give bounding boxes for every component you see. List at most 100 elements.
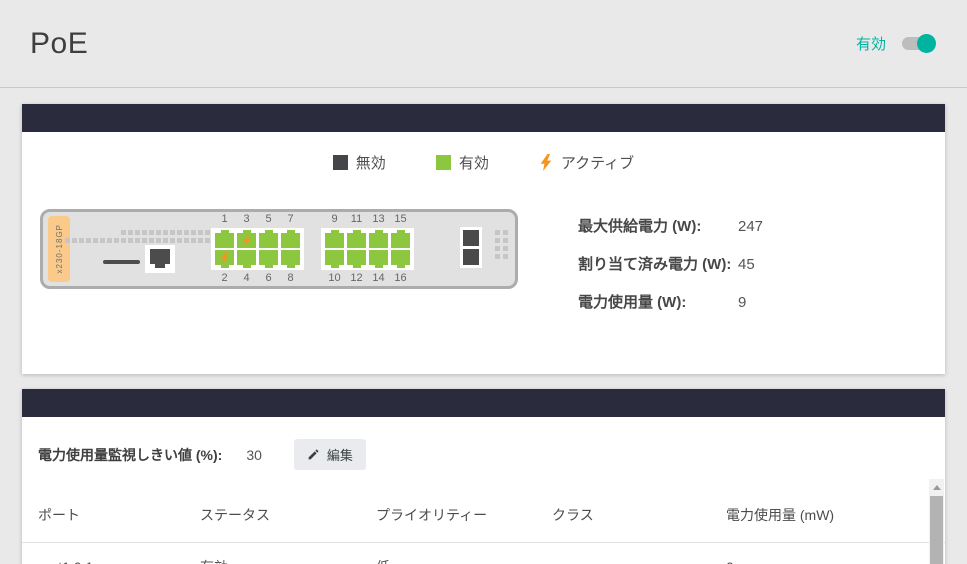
power-stat-row: 割り当て済み電力 (W):45 — [578, 253, 763, 274]
port-number: 5 — [259, 213, 278, 226]
poe-page: PoE 有効 無効有効アクティブ x230-18GP — [0, 0, 967, 564]
lightning-icon — [242, 235, 251, 247]
led-dot — [205, 230, 210, 235]
port-number: 16 — [391, 272, 410, 285]
scroll-up-button[interactable] — [929, 479, 944, 495]
led-strip-top — [121, 230, 210, 235]
table-head: ポートステータスプライオリティークラス電力使用量 (mW) — [22, 490, 945, 543]
enabled-swatch — [436, 155, 451, 170]
power-stat-value: 9 — [738, 294, 746, 311]
port-3[interactable] — [237, 233, 256, 248]
toggle-knob — [917, 34, 936, 53]
port-active-indicator — [237, 233, 256, 248]
led-dot — [495, 230, 500, 235]
port-number: 3 — [237, 213, 256, 226]
page-title: PoE — [30, 27, 88, 61]
port-8[interactable] — [281, 250, 300, 265]
led-dot — [135, 230, 140, 235]
table-row[interactable]: port1.0.1有効低0 — [22, 543, 945, 564]
port-5[interactable] — [259, 233, 278, 248]
legend-item-enabled: 有効 — [436, 152, 489, 173]
port-9[interactable] — [325, 233, 344, 248]
device-model-label: x230-18GP — [55, 224, 64, 273]
led-dot — [163, 238, 168, 243]
poe-port-table: ポートステータスプライオリティークラス電力使用量 (mW) port1.0.1有… — [22, 490, 945, 564]
led-dot — [495, 254, 500, 259]
ports-box — [211, 228, 304, 270]
console-slot — [103, 260, 140, 264]
port-number: 14 — [369, 272, 388, 285]
port-numbers-bottom: 2468 — [215, 272, 300, 285]
port-number: 9 — [325, 213, 344, 226]
port-table-card-body: 電力使用量監視しきい値 (%): 30 編集 ポートステータスプライオリティーク… — [22, 417, 945, 564]
port-group-2: 9111315 10121416 — [321, 213, 414, 285]
port-10[interactable] — [325, 250, 344, 265]
led-dot — [142, 238, 147, 243]
port-active-indicator — [215, 250, 234, 265]
poe-enable-toggle[interactable] — [902, 37, 933, 50]
port-2[interactable] — [215, 250, 234, 265]
port-row-bottom — [325, 250, 410, 265]
led-dot — [128, 238, 133, 243]
port-row-top — [215, 233, 300, 248]
led-dot — [177, 230, 182, 235]
led-dot — [503, 254, 508, 259]
port-1[interactable] — [215, 233, 234, 248]
port-table-card: 電力使用量監視しきい値 (%): 30 編集 ポートステータスプライオリティーク… — [22, 389, 945, 564]
port-numbers-top: 9111315 — [325, 213, 410, 226]
led-strip-bottom — [65, 238, 210, 243]
threshold-value: 30 — [246, 447, 262, 463]
console-port — [145, 245, 175, 273]
scrollbar-thumb[interactable] — [930, 496, 943, 564]
led-dot — [191, 238, 196, 243]
page-content: 無効 有効 アクティブ x230-18GP — [0, 88, 967, 564]
port-number: 6 — [259, 272, 278, 285]
led-dot — [198, 230, 203, 235]
power-stat-row: 最大供給電力 (W):247 — [578, 215, 763, 236]
led-dot — [170, 230, 175, 235]
led-dot — [156, 230, 161, 235]
port-row-bottom — [215, 250, 300, 265]
device-status-card: 無効 有効 アクティブ x230-18GP — [22, 104, 945, 374]
sfp-port — [463, 249, 479, 265]
led-dot — [198, 238, 203, 243]
threshold-label: 電力使用量監視しきい値 (%): — [38, 445, 222, 465]
edit-threshold-button[interactable]: 編集 — [294, 439, 366, 470]
led-dot — [142, 230, 147, 235]
port-16[interactable] — [391, 250, 410, 265]
table-scrollbar[interactable] — [929, 479, 944, 564]
column-header: ステータス — [200, 490, 376, 543]
led-dot — [503, 230, 508, 235]
threshold-row: 電力使用量監視しきい値 (%): 30 編集 — [22, 439, 945, 470]
port-numbers-top: 1357 — [215, 213, 300, 226]
port-number: 4 — [237, 272, 256, 285]
led-dot — [149, 230, 154, 235]
power-stat-row: 電力使用量 (W):9 — [578, 291, 763, 312]
port-numbers-bottom: 10121416 — [325, 272, 410, 285]
legend-item-active: アクティブ — [539, 152, 634, 173]
port-7[interactable] — [281, 233, 300, 248]
toggle-label: 有効 — [856, 33, 886, 54]
port-11[interactable] — [347, 233, 366, 248]
power-summary: 最大供給電力 (W):247 割り当て済み電力 (W):45 電力使用量 (W):9 — [578, 215, 763, 329]
port-14[interactable] — [369, 250, 388, 265]
table-body: port1.0.1有効低0port1.0.2有効低46000 — [22, 543, 945, 564]
led-dot — [495, 238, 500, 243]
port-number: 10 — [325, 272, 344, 285]
led-dot — [86, 238, 91, 243]
led-dot — [170, 238, 175, 243]
port-number: 13 — [369, 213, 388, 226]
led-dot — [93, 238, 98, 243]
port-12[interactable] — [347, 250, 366, 265]
led-dot — [177, 238, 182, 243]
port-15[interactable] — [391, 233, 410, 248]
legend-label: 無効 — [356, 152, 386, 173]
legend-item-disabled: 無効 — [333, 152, 386, 173]
sfp-ports — [460, 227, 482, 268]
port-13[interactable] — [369, 233, 388, 248]
switch-device-graphic: x230-18GP 135724689111315101 — [40, 209, 518, 289]
sfp-port — [463, 230, 479, 246]
led-dot — [100, 238, 105, 243]
port-4[interactable] — [237, 250, 256, 265]
port-6[interactable] — [259, 250, 278, 265]
